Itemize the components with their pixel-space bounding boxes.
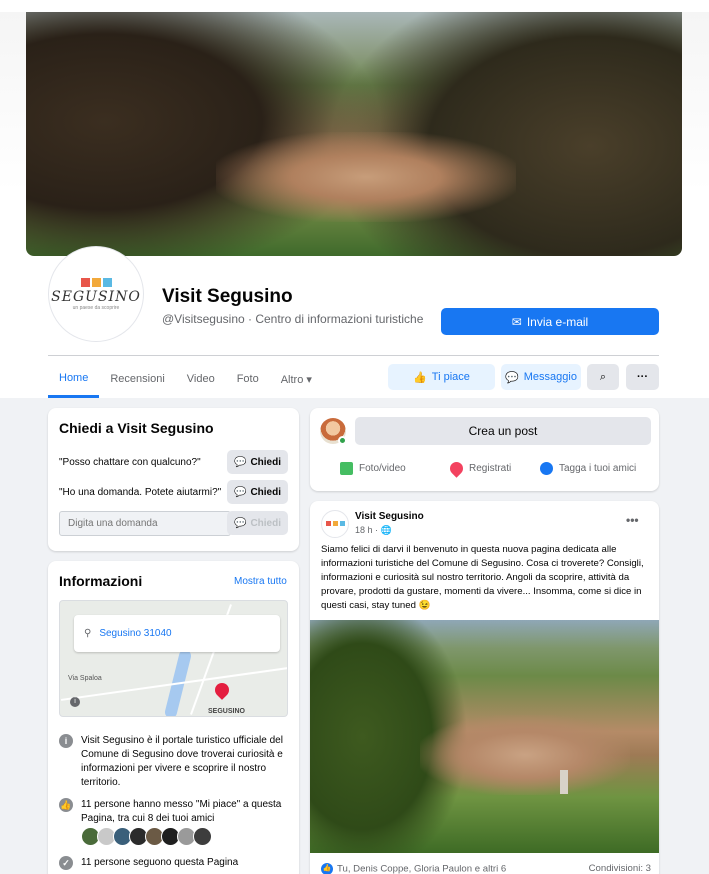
avatar[interactable]	[321, 510, 349, 538]
ask-question-2-button[interactable]: 💬 Chiedi	[227, 480, 288, 504]
map-street-label: Via Spaloa	[68, 675, 102, 682]
tag-friends-button[interactable]: Tagga i tuoi amici	[540, 458, 636, 478]
ask-title: Chiedi a Visit Segusino	[59, 420, 214, 436]
question-input[interactable]	[59, 511, 231, 536]
send-question-button[interactable]: 💬 Chiedi	[227, 511, 288, 535]
info-likes: 11 persone hanno messo "Mi piace" a ques…	[81, 799, 282, 824]
info-card: Informazioni Mostra tutto ⚲ Segusino 310…	[48, 561, 299, 874]
page-subtitle: @Visitsegusino · Centro di informazioni …	[162, 312, 424, 326]
header-divider	[48, 355, 659, 356]
create-post-button[interactable]: Crea un post	[355, 417, 651, 445]
post-options-icon[interactable]: •••	[626, 513, 639, 527]
tab-photos[interactable]: Foto	[226, 360, 270, 398]
tab-more[interactable]: Altro ▾	[270, 360, 323, 398]
post-footer: 👍 Tu, Denis Coppe, Gloria Paulon e altri …	[321, 863, 651, 874]
thumbs-up-icon: 👍	[59, 798, 73, 812]
people-icon	[540, 461, 553, 475]
post-time-text: 18 h ·	[355, 525, 381, 535]
info-icon: i	[59, 734, 73, 748]
tab-home[interactable]: Home	[48, 360, 100, 398]
info-description-row: i Visit Segusino è il portale turistico …	[59, 734, 284, 790]
see-all-link[interactable]: Mostra tutto	[234, 576, 287, 587]
messenger-icon: 💬	[233, 486, 247, 498]
info-title: Informazioni	[59, 573, 143, 589]
send-question-label: Chiedi	[250, 517, 281, 529]
cover-village	[216, 132, 516, 222]
message-label: Messaggio	[523, 371, 577, 383]
reactions-text: Tu, Denis Coppe, Gloria Paulon e altri 6	[337, 863, 507, 874]
messenger-icon: 💬	[233, 517, 247, 529]
tag-friends-label: Tagga i tuoi amici	[559, 462, 637, 474]
thumbs-up-icon: 👍	[413, 371, 427, 384]
map-town-label: SEGUSINO	[208, 708, 245, 715]
page-title: Visit Segusino	[162, 286, 293, 307]
photo-icon	[340, 461, 353, 475]
info-followers-row: ✓ 11 persone seguono questa Pagina	[59, 856, 284, 870]
photo-video-label: Foto/video	[359, 462, 406, 474]
map-address-card[interactable]: ⚲ Segusino 31040	[74, 615, 280, 652]
check-in-button[interactable]: Registrati	[447, 458, 512, 478]
cover-photo[interactable]	[26, 12, 682, 256]
message-button[interactable]: 💬 Messaggio	[501, 364, 581, 390]
map-info-icon[interactable]: i	[70, 697, 80, 707]
location-pin-icon: ⚲	[84, 628, 92, 639]
envelope-icon: ✉	[511, 314, 522, 329]
map-address: Segusino 31040	[99, 628, 172, 639]
info-description: Visit Segusino è il portale turistico uf…	[81, 735, 283, 788]
search-icon: ⌕	[599, 370, 607, 383]
post-image[interactable]	[310, 620, 659, 853]
profile-picture[interactable]: SEGUSINO un paese da scoprire	[48, 246, 144, 342]
friend-avatars	[81, 827, 212, 846]
post-text: Siamo felici di darvi il benvenuto in qu…	[321, 544, 644, 611]
tab-reviews[interactable]: Recensioni	[99, 360, 175, 398]
page-nav: Home Recensioni Video Foto Altro ▾	[48, 360, 323, 398]
messenger-icon: 💬	[233, 456, 247, 468]
map-pin-icon	[212, 680, 232, 700]
like-label: Ti piace	[431, 371, 470, 383]
top-strip	[0, 0, 709, 12]
check-icon: ✓	[59, 856, 73, 870]
info-followers: 11 persone seguono questa Pagina	[81, 857, 239, 868]
question-2: "Ho una domanda. Potete aiutarmi?"	[59, 487, 222, 498]
globe-icon: 🌐	[380, 525, 392, 535]
online-status-icon	[338, 436, 347, 445]
ask-button-label: Chiedi	[250, 486, 281, 498]
logo-blocks	[325, 520, 345, 526]
question-1: "Posso chattare con qualcuno?"	[59, 457, 201, 468]
image-bell-tower	[560, 770, 568, 794]
logo-text: SEGUSINO	[51, 288, 141, 305]
create-post-card: Crea un post Foto/video Registrati Tagga…	[310, 408, 659, 491]
search-button[interactable]: ⌕	[587, 364, 619, 390]
logo-blocks	[80, 277, 112, 287]
send-email-button[interactable]: ✉ Invia e-mail	[441, 308, 659, 335]
like-reaction-icon: 👍	[321, 863, 333, 874]
post-timestamp[interactable]: 18 h · 🌐	[355, 525, 392, 536]
avatar[interactable]	[193, 827, 212, 846]
ask-question-1-button[interactable]: 💬 Chiedi	[227, 450, 288, 474]
location-map[interactable]: ⚲ Segusino 31040 Via Spaloa SEGUSINO i	[59, 600, 288, 717]
ask-button-label: Chiedi	[250, 456, 281, 468]
info-likes-row: 👍 11 persone hanno messo "Mi piace" a qu…	[59, 798, 284, 826]
location-pin-icon	[447, 458, 466, 478]
messenger-icon: 💬	[505, 371, 519, 384]
photo-video-button[interactable]: Foto/video	[340, 458, 406, 478]
post-author[interactable]: Visit Segusino	[355, 511, 424, 522]
send-email-label: Invia e-mail	[526, 314, 589, 329]
more-icon: ···	[637, 371, 648, 383]
logo-subtext: un paese da scoprire	[72, 304, 120, 311]
image-village	[420, 715, 630, 795]
like-page-button[interactable]: 👍 Ti piace	[388, 364, 495, 390]
more-options-button[interactable]: ···	[626, 364, 659, 390]
check-in-label: Registrati	[469, 462, 512, 474]
ask-card: Chiedi a Visit Segusino "Posso chattare …	[48, 408, 299, 551]
reactions-summary[interactable]: 👍 Tu, Denis Coppe, Gloria Paulon e altri …	[321, 863, 506, 874]
shares-count[interactable]: Condivisioni: 3	[589, 863, 651, 874]
post-card: Visit Segusino 18 h · 🌐 ••• Siamo felici…	[310, 501, 659, 874]
tab-video[interactable]: Video	[176, 360, 226, 398]
